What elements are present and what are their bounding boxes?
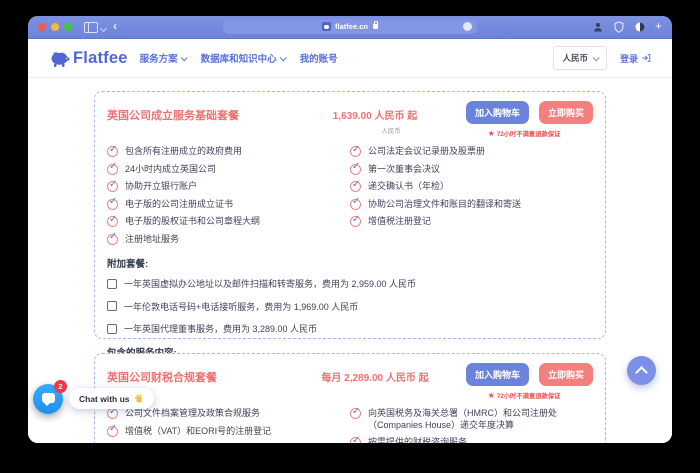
price-block: 1,639.00 人民币 起 人民币 (295, 98, 455, 135)
check-circle-icon (107, 181, 118, 192)
login-label: 登录 (620, 52, 638, 65)
nav-my-account[interactable]: 我的账号 (300, 51, 338, 65)
check-circle-icon (350, 146, 361, 157)
check-circle-icon (350, 181, 361, 192)
feature-item: 向英国税务及海关总署（HMRC）和公司注册处（Companies House）递… (350, 408, 583, 431)
chat-bubble-icon (42, 393, 55, 403)
new-tab-button[interactable]: + (655, 20, 662, 33)
checkbox[interactable] (107, 279, 117, 289)
check-circle-icon (107, 146, 118, 157)
addon-option: 一年伦敦电话号码+电话接听服务，费用为 1,969.00 人民币 (107, 300, 593, 313)
chat-unread-badge: 2 (54, 380, 67, 393)
url-text: flatfee.cn (335, 22, 368, 31)
browser-titlebar: ‹ flatfee.cn + (28, 16, 672, 39)
pricing-card-uk-tax-compliance: 英国公司财税合规套餐 每月 2,289.00 人民币 起 加入购物车立即购买 ★… (94, 353, 606, 443)
flatfee-logo[interactable]: Flatfee (49, 49, 128, 68)
back-button[interactable]: ‹ (113, 19, 117, 33)
scroll-to-top-button[interactable] (627, 356, 656, 385)
card-title: 英国公司财税合规套餐 (107, 360, 295, 385)
sidebar-chevron-down-icon[interactable] (100, 25, 107, 32)
login-arrow-icon (641, 53, 651, 63)
price-block: 每月 2,289.00 人民币 起 (295, 360, 455, 384)
chat-label: Chat with us (79, 394, 130, 404)
minimize-window-button[interactable] (51, 23, 59, 31)
checkbox[interactable] (107, 324, 117, 334)
feature-item: 增值税注册登记 (350, 216, 583, 228)
nav-knowledge-label: 数据库和知识中心 (201, 51, 277, 65)
titlebar-right-icons: + (592, 20, 662, 33)
currency-value: 人民币 (562, 52, 588, 64)
price-text: 1,639.00 人民币 起 (295, 107, 455, 122)
addons-title: 附加套餐: (107, 256, 593, 270)
addon-option: 一年英国代理董事服务，费用为 3,289.00 人民币 (107, 322, 593, 335)
feature-item: 电子版的股权证书和公司章程大纲 (107, 216, 340, 228)
contrast-extension-icon[interactable] (634, 21, 646, 33)
feature-item: 公司文件档案管理及政策合规服务 (107, 408, 340, 420)
check-circle-icon (350, 437, 361, 443)
chevron-down-icon (279, 54, 286, 61)
feature-item: 协助公司治理文件和账目的翻译和寄送 (350, 199, 583, 211)
refund-guarantee-note: ★72小时不满意退款保证 (455, 391, 593, 400)
check-circle-icon (107, 199, 118, 210)
star-icon: ★ (488, 129, 495, 138)
chevron-down-icon (593, 54, 600, 61)
feature-item: 按需提供的财税咨询服务 (350, 437, 583, 443)
chevron-down-icon (180, 54, 187, 61)
nav-services-label: 服务方案 (140, 51, 178, 65)
browser-window: ‹ flatfee.cn + (28, 16, 672, 443)
currency-selector[interactable]: 人民币 (553, 46, 607, 70)
check-circle-icon (107, 408, 118, 419)
sidebar-toggle-icon[interactable] (84, 22, 98, 33)
nav-account-label: 我的账号 (300, 51, 338, 65)
feature-item: 协助开立银行账户 (107, 181, 340, 193)
feature-item: 24小时内成立英国公司 (107, 164, 340, 176)
profile-extension-icon[interactable] (592, 21, 604, 33)
price-currency-sub: 人民币 (311, 125, 471, 135)
feature-item: 包含所有注册成立的政府费用 (107, 146, 340, 158)
refund-guarantee-note: ★72小时不满意退款保证 (455, 129, 593, 138)
feature-item: 注册地址服务 (107, 234, 340, 246)
buy-now-button[interactable]: 立即购买 (539, 363, 593, 386)
waving-hand-icon (134, 394, 144, 404)
check-circle-icon (350, 408, 361, 419)
site-favicon (322, 22, 331, 31)
feature-item: 第一次董事会决议 (350, 164, 583, 176)
feature-list: 公司文件档案管理及政策合规服务 增值税（VAT）和EORI号的注册登记 月度或季… (107, 408, 593, 443)
close-window-button[interactable] (38, 23, 46, 31)
price-text: 每月 2,289.00 人民币 起 (295, 369, 455, 384)
lock-icon (373, 24, 378, 29)
star-icon: ★ (488, 391, 495, 400)
check-circle-icon (107, 234, 118, 245)
main-nav: 服务方案 数据库和知识中心 我的账号 (140, 51, 338, 65)
chat-with-us-bubble[interactable]: Chat with us (69, 388, 154, 409)
checkbox[interactable] (107, 301, 117, 311)
login-button[interactable]: 登录 (620, 52, 651, 65)
buy-now-button[interactable]: 立即购买 (539, 101, 593, 124)
check-circle-icon (107, 216, 118, 227)
check-circle-icon (107, 164, 118, 175)
feature-item: 递交确认书（年检） (350, 181, 583, 193)
feature-item: 电子版的公司注册成立证书 (107, 199, 340, 211)
nav-services[interactable]: 服务方案 (140, 51, 186, 65)
site-header: Flatfee 服务方案 数据库和知识中心 我的账号 人民币 登录 (28, 39, 672, 78)
card-title: 英国公司成立服务基础套餐 (107, 98, 295, 123)
addon-option: 一年英国虚拟办公地址以及邮件扫描和转寄服务，费用为 2,959.00 人民币 (107, 277, 593, 290)
nav-knowledge-center[interactable]: 数据库和知识中心 (201, 51, 285, 65)
check-circle-icon (350, 164, 361, 175)
shield-privacy-icon[interactable] (613, 21, 625, 33)
feature-item: 公司法定会议记录册及股票册 (350, 146, 583, 158)
reload-icon[interactable] (463, 22, 472, 31)
piggy-bank-icon (49, 49, 70, 68)
check-circle-icon (350, 199, 361, 210)
zoom-window-button[interactable] (64, 23, 72, 31)
brand-name: Flatfee (73, 49, 128, 68)
check-circle-icon (107, 426, 118, 437)
feature-list: 包含所有注册成立的政府费用 24小时内成立英国公司 协助开立银行账户 电子版的公… (107, 146, 593, 251)
pricing-card-uk-formation: 英国公司成立服务基础套餐 1,639.00 人民币 起 人民币 加入购物车立即购… (94, 91, 606, 339)
address-bar[interactable]: flatfee.cn (223, 19, 477, 34)
add-to-cart-button[interactable]: 加入购物车 (466, 363, 529, 386)
add-to-cart-button[interactable]: 加入购物车 (466, 101, 529, 124)
check-circle-icon (350, 216, 361, 227)
feature-item: 增值税（VAT）和EORI号的注册登记 (107, 426, 340, 438)
